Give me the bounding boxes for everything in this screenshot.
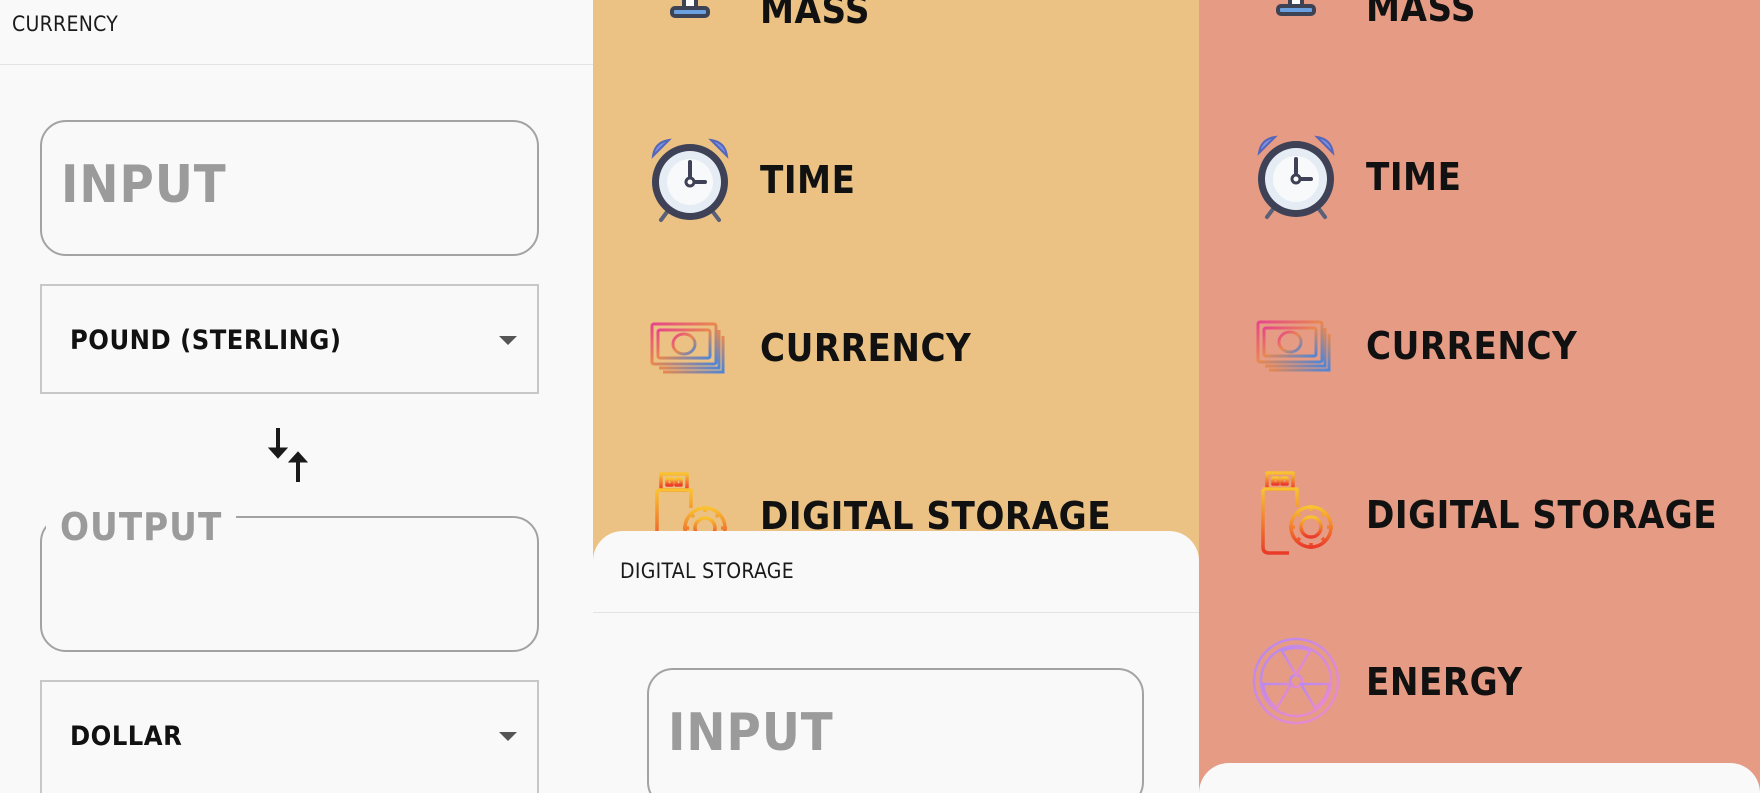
category-item-energy[interactable]: ENERGY	[1251, 636, 1741, 726]
input-field[interactable]: INPUT	[40, 120, 539, 256]
category-label: CURRENCY	[760, 326, 972, 370]
alarm-clock-icon	[645, 134, 735, 224]
category-list-orange: MASS TIME CURRENCY DIGITAL STORAGE DIGIT…	[593, 0, 1199, 793]
category-item-currency[interactable]: CURRENCY	[645, 302, 1165, 392]
radiation-icon	[1251, 636, 1341, 726]
input-placeholder: INPUT	[668, 703, 834, 763]
alarm-clock-icon	[1251, 131, 1341, 221]
scale-icon	[645, 0, 735, 54]
category-item-mass[interactable]: MASS	[1251, 0, 1741, 52]
currency-converter-panel: CURRENCY INPUT POUND (STERLING) OUTPUT D…	[0, 0, 593, 793]
dropdown-caret-icon	[499, 732, 517, 741]
category-item-time[interactable]: TIME	[1251, 131, 1741, 221]
category-label: TIME	[760, 158, 856, 202]
from-unit-value: POUND (STERLING)	[70, 325, 342, 356]
category-label: TIME	[1366, 155, 1462, 199]
input-placeholder: INPUT	[61, 155, 227, 215]
title-divider	[0, 64, 593, 65]
digital-storage-sheet: DIGITAL STORAGE INPUT	[593, 531, 1199, 793]
bottom-sheet-edge	[1199, 763, 1760, 793]
category-label: DIGITAL STORAGE	[1366, 493, 1718, 537]
category-item-digital-storage[interactable]: DIGITAL STORAGE	[1251, 469, 1741, 559]
category-label: MASS	[760, 0, 871, 32]
page-title: CURRENCY	[12, 12, 119, 36]
category-label: ENERGY	[1366, 660, 1523, 704]
sheet-divider	[593, 612, 1199, 613]
category-list-salmon: MASS TIME CURRENCY DIGITAL STORAGE ENERG…	[1199, 0, 1760, 793]
category-label: CURRENCY	[1366, 324, 1578, 368]
sheet-title: DIGITAL STORAGE	[620, 559, 794, 583]
category-label: MASS	[1366, 0, 1477, 30]
scale-icon	[1251, 0, 1341, 52]
category-item-currency[interactable]: CURRENCY	[1251, 300, 1741, 390]
banknotes-icon	[645, 302, 735, 392]
from-unit-select[interactable]: POUND (STERLING)	[40, 284, 539, 394]
to-unit-value: DOLLAR	[70, 721, 183, 752]
swap-units-icon[interactable]	[266, 424, 310, 486]
usb-storage-icon	[1251, 469, 1341, 559]
category-item-time[interactable]: TIME	[645, 134, 1165, 224]
input-field[interactable]: INPUT	[647, 668, 1144, 793]
category-item-mass[interactable]: MASS	[645, 0, 1165, 54]
to-unit-select[interactable]: DOLLAR	[40, 680, 539, 793]
banknotes-icon	[1251, 300, 1341, 390]
output-label: OUTPUT	[46, 508, 237, 546]
dropdown-caret-icon	[499, 336, 517, 345]
